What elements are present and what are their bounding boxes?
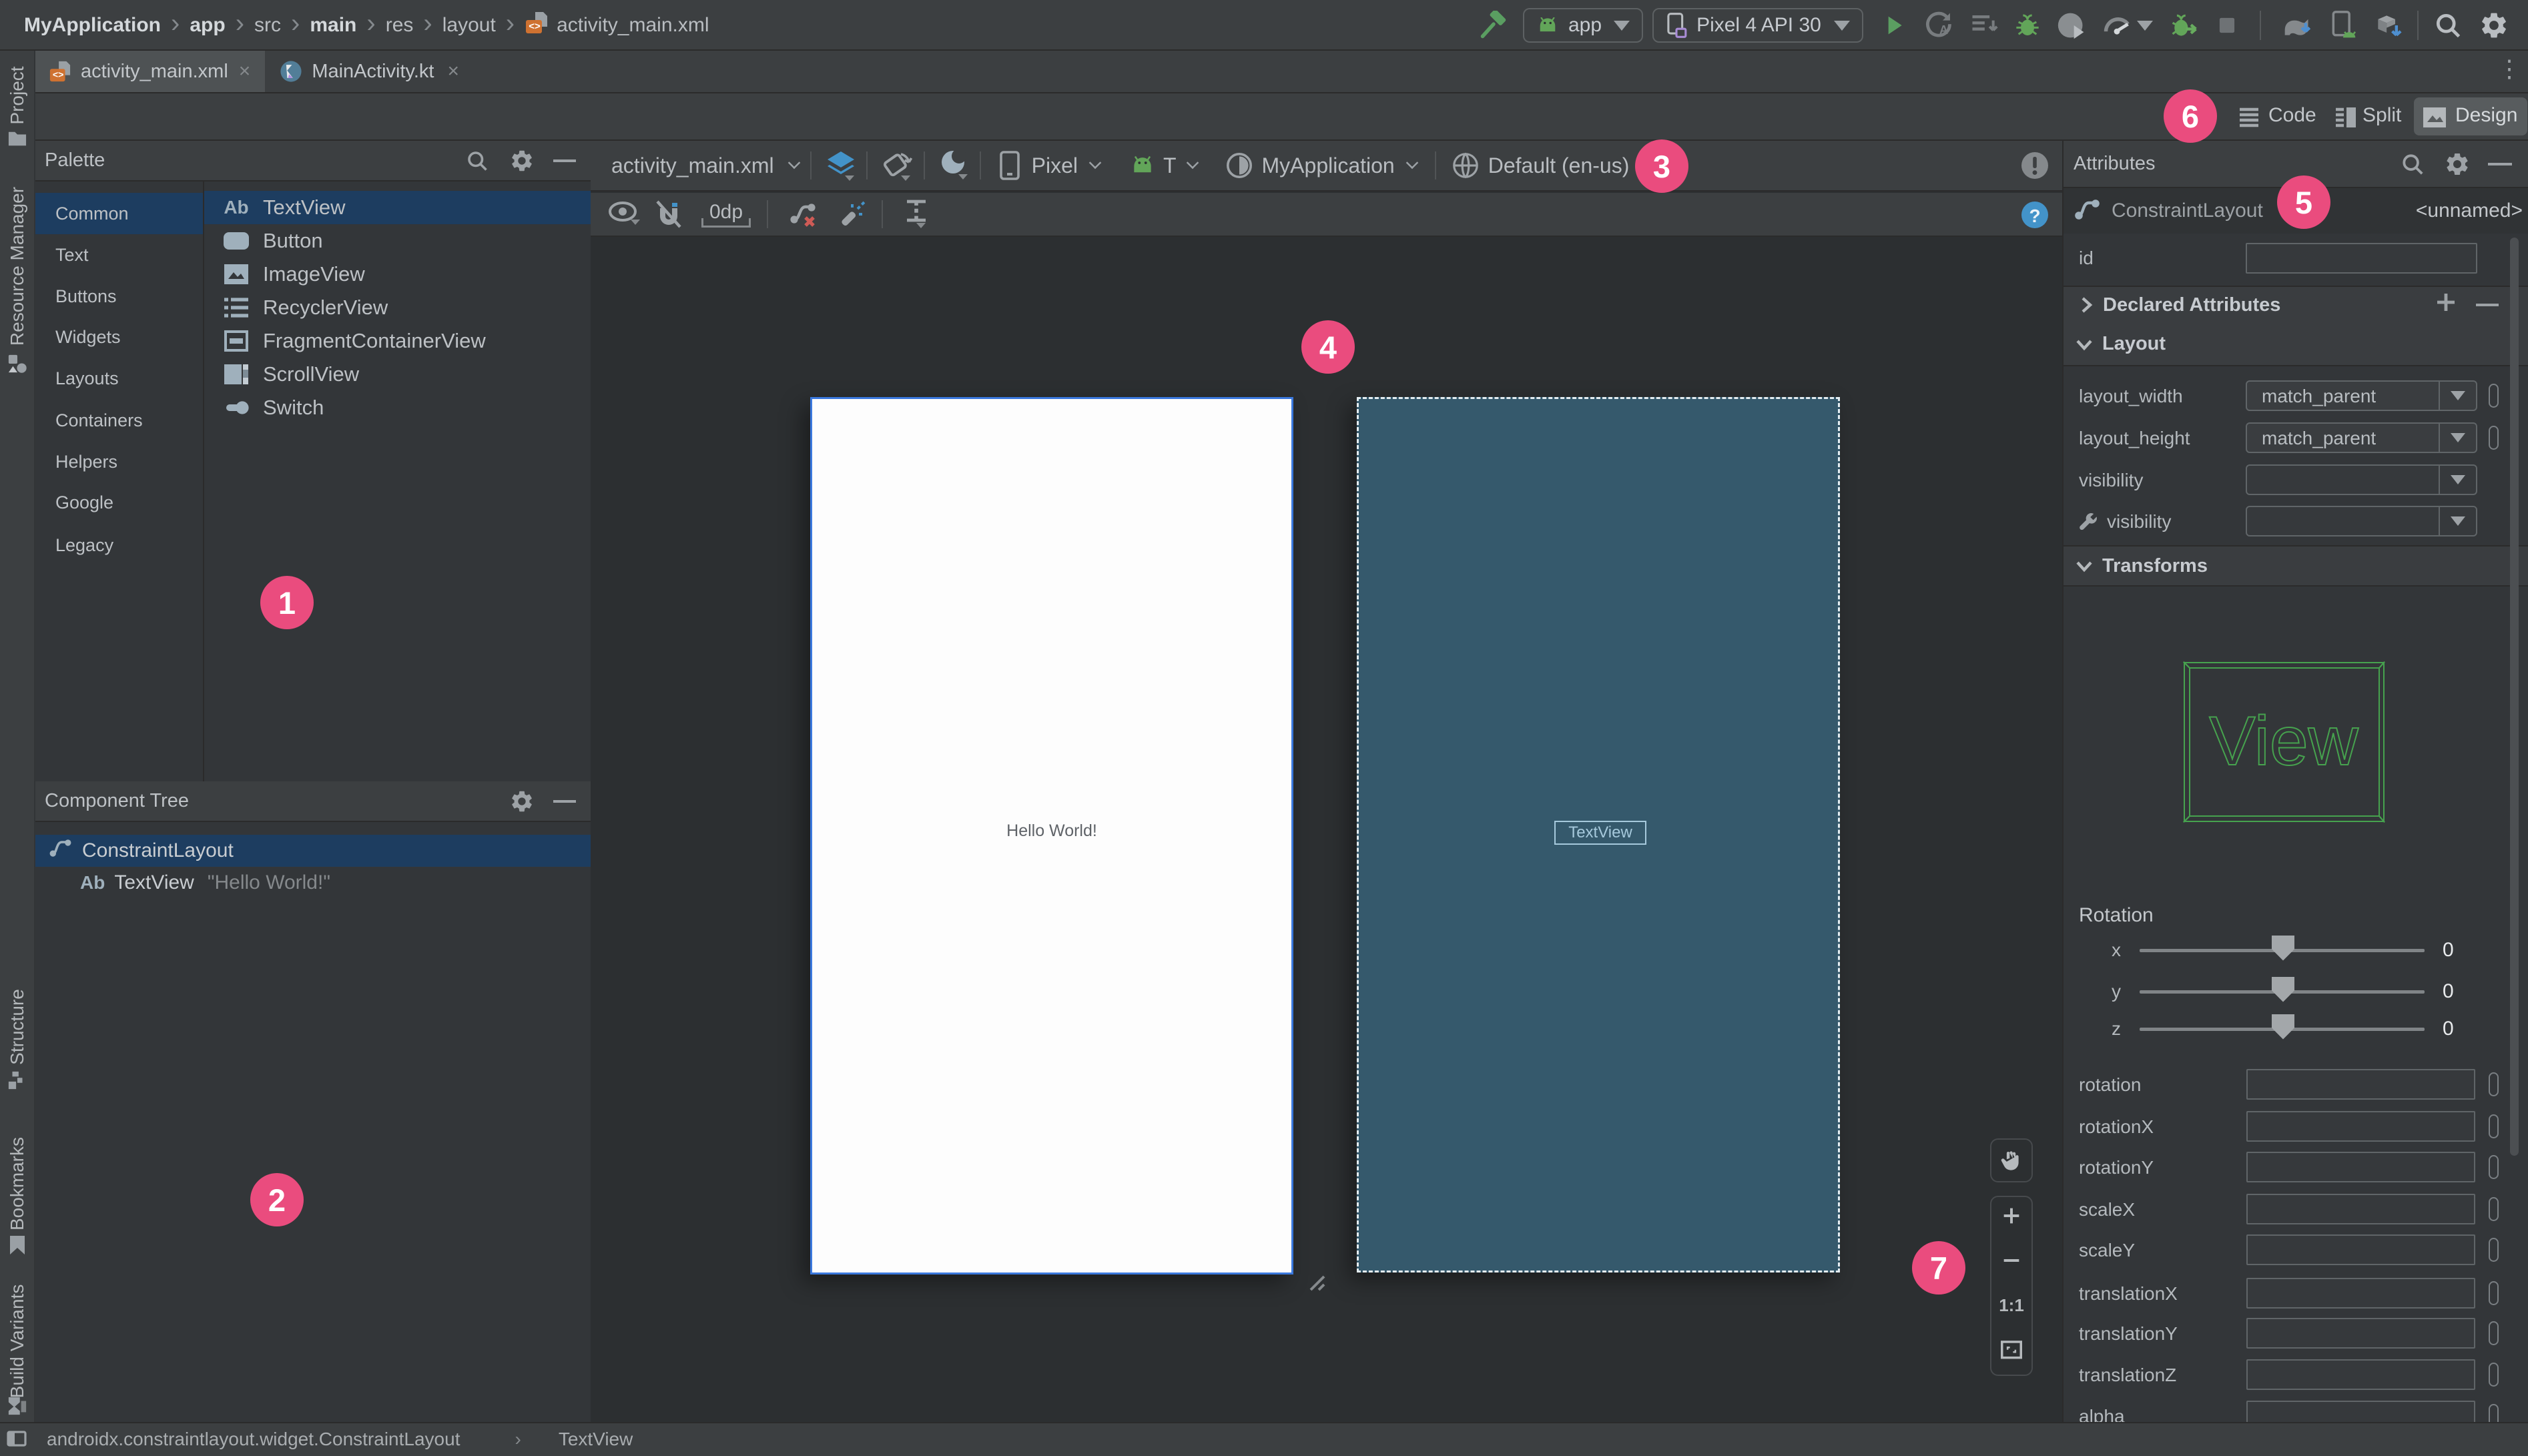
svg-text:?: ?	[2029, 206, 2040, 226]
svg-text:<>: <>	[53, 69, 64, 80]
svg-text:View: View	[2209, 703, 2358, 780]
svg-text:A: A	[1939, 23, 1948, 37]
svg-text:<>: <>	[529, 21, 541, 32]
